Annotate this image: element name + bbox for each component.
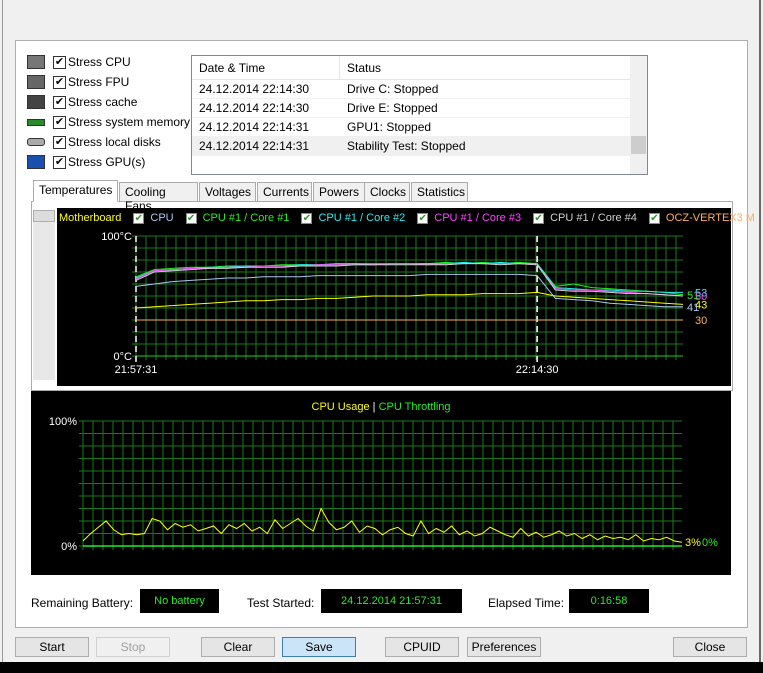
tab-clocks[interactable]: Clocks: [364, 182, 410, 202]
option-label: Stress GPU(s): [68, 155, 146, 169]
log-status: Drive C: Stopped: [347, 82, 439, 96]
option-1[interactable]: ✔ Stress FPU: [27, 73, 129, 91]
stop-button[interactable]: Stop: [96, 637, 170, 657]
remaining-battery-label: Remaining Battery:: [31, 596, 134, 610]
window-right-border: [759, 0, 761, 662]
cpu-usage-end-label: 3%: [685, 537, 701, 549]
log-row[interactable]: 24.12.2014 22:14:30 Drive C: Stopped: [192, 80, 630, 99]
elapsed-time-value: 0:16:58: [569, 589, 649, 613]
option-label: Stress local disks: [68, 135, 161, 149]
option-label: Stress system memory: [68, 115, 191, 129]
cpu-icon: [27, 55, 45, 69]
log-row[interactable]: 24.12.2014 22:14:31 Stability Test: Stop…: [192, 137, 630, 156]
column-status[interactable]: Status: [340, 56, 388, 79]
checkbox[interactable]: ✔: [53, 155, 66, 169]
save-button[interactable]: Save: [282, 637, 356, 657]
test-started-label: Test Started:: [247, 596, 315, 610]
y-tick-top: 100°C: [101, 231, 132, 243]
log-time: 24.12.2014 22:14:31: [199, 139, 310, 153]
checkbox[interactable]: ✔: [53, 75, 66, 89]
log-time: 24.12.2014 22:14:30: [199, 101, 310, 115]
x-tick-label: 21:57:31: [115, 364, 158, 376]
test-started-value: 24.12.2014 21:57:31: [321, 589, 462, 613]
checkbox[interactable]: ✔: [53, 95, 66, 109]
log-row[interactable]: 24.12.2014 22:14:31 GPU1: Stopped: [192, 118, 630, 137]
tab-currents[interactable]: Currents: [257, 182, 312, 202]
y-tick-bottom: 0%: [61, 541, 77, 553]
option-2[interactable]: ✔ Stress cache: [27, 93, 137, 111]
log-time: 24.12.2014 22:14:31: [199, 120, 310, 134]
tab-powers[interactable]: Powers: [313, 182, 365, 202]
checkbox[interactable]: ✔: [53, 55, 66, 69]
log-row[interactable]: 24.12.2014 22:14:30 Drive E: Stopped: [192, 99, 630, 118]
tab-voltages[interactable]: Voltages: [199, 182, 256, 202]
cpu-usage-chart: CPU Usage | CPU Throttling 100% 0% 3% 0%: [31, 391, 731, 575]
remaining-battery-value: No battery: [140, 589, 219, 613]
window-left-border: [2, 0, 3, 662]
event-log-list[interactable]: Date & Time Status 24.12.2014 22:14:30 D…: [191, 55, 648, 175]
legend-slider[interactable]: [33, 210, 55, 380]
log-scrollbar[interactable]: [630, 56, 647, 174]
tab-statistics[interactable]: Statistics: [411, 182, 468, 202]
log-time: 24.12.2014 22:14:30: [199, 82, 310, 96]
disk-icon: [27, 138, 45, 146]
temperature-chart: Motherboard ✔ CPU ✔ CPU #1 / Core #1 ✔ CPU #1 …: [57, 208, 755, 386]
option-0[interactable]: ✔ Stress CPU: [27, 53, 131, 71]
series-line-5: [135, 263, 684, 297]
cpu-throttling-end-label: 0%: [702, 537, 718, 549]
end-value-label: 30: [695, 315, 707, 327]
tab-cooling-fans[interactable]: Cooling Fans: [119, 182, 198, 213]
log-status: Drive E: Stopped: [347, 101, 438, 115]
scrollbar-thumb[interactable]: [631, 136, 646, 154]
option-4[interactable]: ✔ Stress local disks: [27, 133, 161, 151]
option-5[interactable]: ✔ Stress GPU(s): [27, 153, 145, 171]
x-tick-label: 22:14:30: [516, 364, 559, 376]
y-tick-bottom: 0°C: [114, 351, 133, 363]
y-tick-top: 100%: [49, 416, 77, 428]
fpu-icon: [27, 75, 45, 89]
option-3[interactable]: ✔ Stress system memory: [27, 113, 190, 131]
option-label: Stress CPU: [68, 55, 131, 69]
column-date-time[interactable]: Date & Time: [192, 56, 340, 79]
log-status: Stability Test: Stopped: [347, 139, 466, 153]
tab-temperatures[interactable]: Temperatures: [33, 180, 118, 202]
cache-chip-icon: [27, 95, 45, 109]
cpuid-button[interactable]: CPUID: [385, 637, 459, 657]
end-value-label: 41: [687, 302, 699, 314]
background-outside-window: [0, 662, 763, 673]
preferences-button[interactable]: Preferences: [467, 637, 541, 657]
memory-icon: [27, 118, 45, 126]
series-line-0: [135, 291, 684, 309]
log-header: Date & Time Status: [192, 56, 630, 80]
close-button[interactable]: Close: [673, 637, 747, 657]
checkbox[interactable]: ✔: [53, 135, 66, 149]
start-button[interactable]: Start: [15, 637, 89, 657]
option-label: Stress cache: [68, 95, 138, 109]
gpu-monitor-icon: [27, 155, 45, 169]
checkbox[interactable]: ✔: [53, 115, 66, 129]
option-label: Stress FPU: [68, 75, 130, 89]
slider-thumb[interactable]: [33, 210, 55, 222]
clear-button[interactable]: Clear: [201, 637, 275, 657]
end-value-label: 50: [695, 291, 707, 303]
elapsed-time-label: Elapsed Time:: [488, 596, 565, 610]
log-status: GPU1: Stopped: [347, 120, 432, 134]
